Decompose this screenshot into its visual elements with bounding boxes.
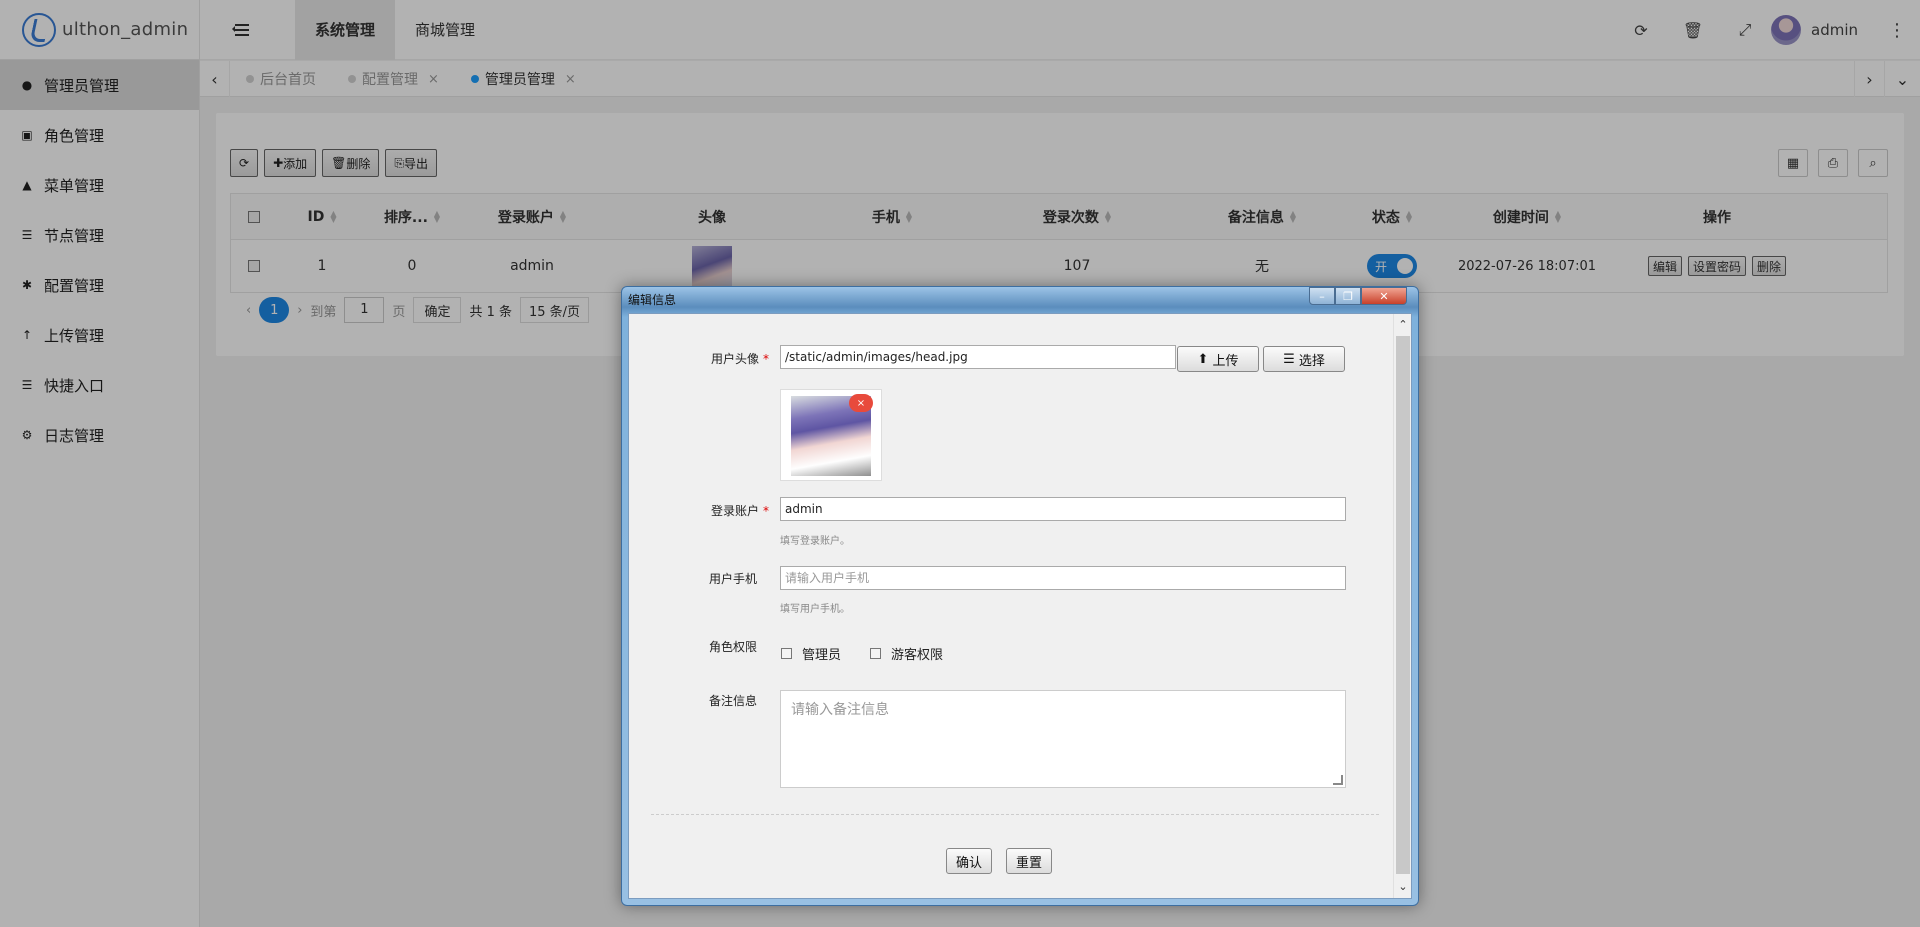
role-admin-checkbox[interactable]: 管理员 xyxy=(781,644,841,663)
close-icon[interactable]: ✕ xyxy=(1361,287,1407,305)
chevron-down-icon[interactable]: ⌄ xyxy=(1394,878,1412,896)
avatar-preview: × xyxy=(780,389,882,481)
edit-dialog: 编辑信息 – ❐ ✕ 用户头像 * /static/admin/images/he… xyxy=(621,286,1419,906)
remark-label: 备注信息 xyxy=(708,694,757,708)
scrollbar-thumb[interactable] xyxy=(1396,336,1410,874)
upload-button[interactable]: ⬆ 上传 xyxy=(1177,346,1259,372)
divider xyxy=(651,814,1379,815)
remark-placeholder: 请输入备注信息 xyxy=(791,702,889,718)
phone-label: 用户手机 xyxy=(708,572,757,586)
chevron-up-icon[interactable]: ⌃ xyxy=(1394,316,1412,334)
phone-hint: 填写用户手机。 xyxy=(780,604,850,615)
remark-textarea[interactable]: 请输入备注信息 xyxy=(780,690,1346,788)
select-button[interactable]: ☰ 选择 xyxy=(1263,346,1345,372)
maximize-icon[interactable]: ❐ xyxy=(1335,287,1361,305)
account-input[interactable]: admin xyxy=(780,497,1346,521)
minimize-icon[interactable]: – xyxy=(1309,287,1335,305)
resize-grip-icon[interactable] xyxy=(1333,775,1343,785)
dialog-body: 用户头像 * /static/admin/images/head.jpg ⬆ 上传… xyxy=(628,313,1412,899)
account-hint: 填写登录账户。 xyxy=(780,536,850,547)
reset-button[interactable]: 重置 xyxy=(1006,848,1052,874)
upload-icon: ⬆ xyxy=(1197,351,1209,367)
confirm-button[interactable]: 确认 xyxy=(946,848,992,874)
dialog-scrollbar[interactable]: ⌃ ⌄ xyxy=(1393,314,1411,898)
remove-avatar-icon[interactable]: × xyxy=(849,394,873,412)
phone-input[interactable]: 请输入用户手机 xyxy=(780,566,1346,590)
dialog-title: 编辑信息 xyxy=(628,293,677,307)
dialog-controls: – ❐ ✕ xyxy=(1309,287,1407,305)
avatar-label: 用户头像 * xyxy=(710,352,769,366)
avatar-path-input[interactable]: /static/admin/images/head.jpg xyxy=(780,345,1176,369)
account-label: 登录账户 * xyxy=(710,504,769,518)
list-icon: ☰ xyxy=(1283,351,1295,367)
role-guest-checkbox[interactable]: 游客权限 xyxy=(870,644,943,663)
role-label: 角色权限 xyxy=(708,640,757,654)
